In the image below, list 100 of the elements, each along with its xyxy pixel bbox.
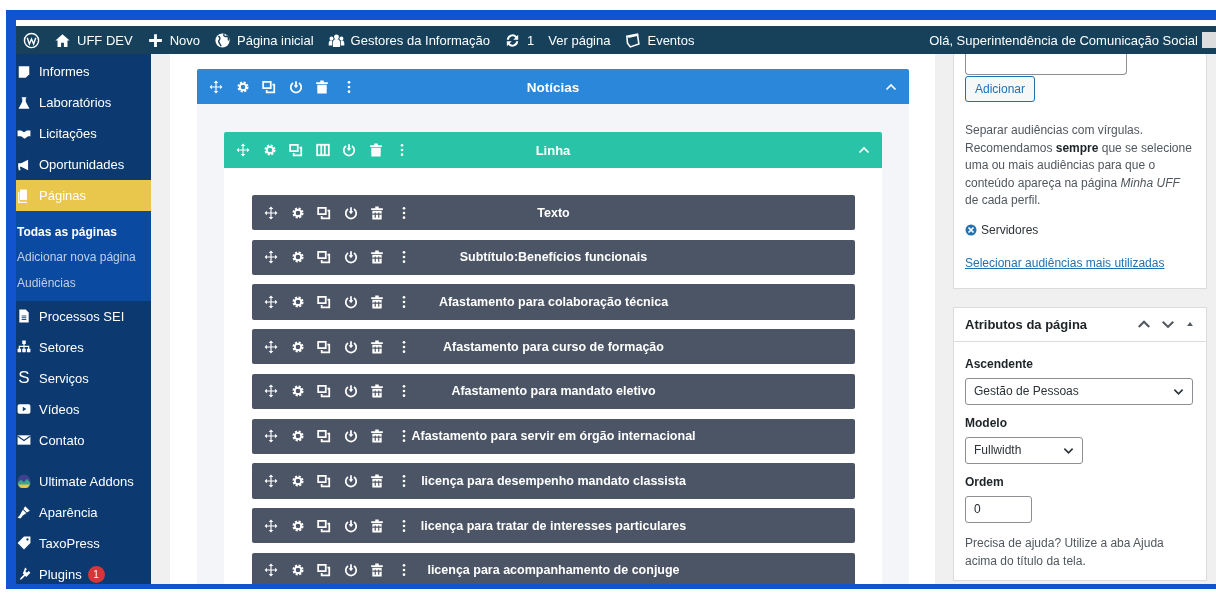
trash-icon[interactable] (370, 563, 384, 578)
flask-icon (17, 95, 31, 110)
power-icon[interactable] (343, 473, 358, 488)
duplicate-icon[interactable] (317, 473, 331, 488)
toolbar-link[interactable]: Ver página (541, 26, 618, 54)
duplicate-icon[interactable] (262, 79, 276, 94)
duplicate-icon[interactable] (317, 429, 331, 444)
settings-icon[interactable] (290, 205, 305, 220)
settings-icon[interactable] (290, 518, 305, 533)
settings-icon[interactable] (290, 563, 305, 578)
toolbar-link[interactable]: Novo (139, 26, 207, 54)
module-title: licença para acompanhamento de conjuge (427, 563, 680, 578)
sidebar-item[interactable]: Licitações (16, 118, 151, 149)
sidebar-item[interactable]: Informes (16, 56, 151, 87)
move-icon[interactable] (209, 79, 223, 94)
toolbar-link[interactable]: 1 (497, 26, 542, 54)
sidebar-item[interactable]: S Serviços (16, 362, 151, 394)
power-icon[interactable] (343, 518, 358, 533)
count-badge: 1 (87, 565, 105, 583)
settings-icon[interactable] (290, 339, 305, 354)
plus-icon (146, 31, 164, 49)
move-icon[interactable] (264, 384, 278, 399)
s-icon: S (17, 368, 31, 388)
globe-icon (214, 31, 231, 49)
power-icon[interactable] (343, 384, 358, 399)
submenu-item[interactable]: Audiências (16, 270, 151, 296)
duplicate-icon[interactable] (317, 205, 331, 220)
move-icon[interactable] (264, 250, 278, 265)
module-title: Afastamento para servir em órgão internacional (411, 429, 696, 444)
add-button[interactable]: Adicionar (965, 76, 1036, 102)
trash-icon[interactable] (370, 518, 384, 533)
move-icon[interactable] (264, 563, 278, 578)
sidebar-item[interactable]: Oportunidades (16, 149, 151, 180)
remove-icon[interactable] (965, 223, 977, 236)
sidebar-item[interactable]: Processos SEI (16, 300, 151, 332)
plug-icon (17, 567, 31, 581)
move-icon[interactable] (264, 473, 278, 488)
move-icon[interactable] (264, 339, 278, 354)
most-used-link[interactable]: Selecionar audiências mais utilizadas (965, 255, 1165, 270)
sidebar-item[interactable]: Contato (16, 424, 151, 456)
duplicate-icon[interactable] (317, 295, 331, 310)
power-icon[interactable] (343, 250, 358, 265)
power-icon[interactable] (343, 429, 358, 444)
panel-title: Atributos da página (965, 316, 1089, 332)
settings-icon[interactable] (290, 429, 305, 444)
user-greeting[interactable]: Olá, Superintendência de Comunicação Social (925, 32, 1202, 48)
toolbar-link[interactable]: UFF DEV (47, 26, 140, 54)
move-icon[interactable] (264, 429, 278, 444)
section-title: Notícias (526, 79, 580, 94)
module-title: Afastamento para mandato eletivo (451, 384, 656, 399)
megaphone-icon (17, 157, 31, 172)
sidebar-item[interactable]: Ultimate Addons (16, 465, 151, 497)
power-icon[interactable] (343, 205, 358, 220)
power-icon[interactable] (288, 79, 303, 94)
module-title: licença para tratar de interesses particulares (420, 518, 687, 533)
move-icon[interactable] (264, 518, 278, 533)
duplicate-icon[interactable] (317, 384, 331, 399)
sidebar-item[interactable]: TaxoPress (16, 527, 151, 559)
duplicate-icon[interactable] (317, 518, 331, 533)
sidebar-item[interactable]: Laboratórios (16, 87, 151, 118)
trash-icon[interactable] (370, 473, 384, 488)
trash-icon[interactable] (370, 384, 384, 399)
field-label: Ordem (965, 474, 1005, 489)
sitemap-icon (17, 340, 31, 354)
trash-icon[interactable] (315, 79, 329, 94)
sidebar-item[interactable]: Setores (16, 331, 151, 363)
settings-icon[interactable] (290, 473, 305, 488)
sidebar-item[interactable]: Aparência (16, 496, 151, 528)
sidebar-item[interactable]: Plugins 1 (16, 558, 151, 590)
submenu-item[interactable]: Adicionar nova página (16, 244, 151, 270)
trash-icon[interactable] (370, 339, 384, 354)
power-icon[interactable] (343, 295, 358, 310)
submenu-item[interactable]: Todas as páginas (16, 219, 151, 245)
toolbar-link[interactable]: Gestores da Informação (320, 26, 498, 54)
home-icon (54, 31, 71, 49)
toolbar-link[interactable]: Página inicial (207, 26, 321, 54)
trash-icon[interactable] (370, 295, 384, 310)
wordpress-logo-icon[interactable] (23, 31, 40, 49)
number-field[interactable]: 0 (965, 495, 1032, 523)
text-field[interactable] (965, 54, 1127, 75)
power-icon[interactable] (343, 563, 358, 578)
duplicate-icon[interactable] (317, 339, 331, 354)
duplicate-icon[interactable] (317, 250, 331, 265)
settings-icon[interactable] (290, 295, 305, 310)
settings-icon[interactable] (235, 79, 250, 94)
module-title: Subtítulo:Benefícios funcionais (459, 250, 648, 265)
trash-icon[interactable] (370, 429, 384, 444)
dropdown[interactable]: Fullwidth (965, 436, 1083, 464)
move-icon[interactable] (264, 205, 278, 220)
trash-icon[interactable] (370, 205, 384, 220)
move-icon[interactable] (264, 295, 278, 310)
module-title: Afastamento para curso de formação (443, 339, 664, 354)
toolbar-link[interactable]: Eventos (617, 26, 702, 54)
settings-icon[interactable] (290, 250, 305, 265)
settings-icon[interactable] (290, 384, 305, 399)
trash-icon[interactable] (370, 250, 384, 265)
sidebar-item[interactable]: Vídeos (16, 393, 151, 425)
dropdown[interactable]: Gestão de Pessoas (965, 377, 1193, 405)
duplicate-icon[interactable] (317, 563, 331, 578)
power-icon[interactable] (343, 339, 358, 354)
